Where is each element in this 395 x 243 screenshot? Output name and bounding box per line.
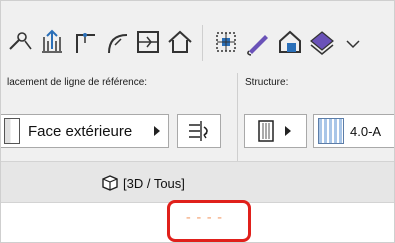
tab-3d-all[interactable]: [3D / Tous] <box>101 162 185 204</box>
composite-dropdown[interactable]: 4.0-A <box>313 114 394 148</box>
structure-label: Structure: <box>245 77 289 88</box>
window-frame: lacement de ligne de référence: Structur… <box>0 0 395 243</box>
dropdown-arrow-icon <box>154 126 160 136</box>
selection-grid-icon[interactable] <box>211 27 241 57</box>
composite-value: 4.0-A <box>350 123 382 139</box>
wall-face-icon <box>4 118 20 144</box>
orthogonal-line-icon[interactable] <box>69 27 99 57</box>
dropdown-arrow-icon <box>285 126 291 136</box>
reference-line-placement-label: lacement de ligne de référence: <box>7 77 148 88</box>
basic-structure-icon <box>258 120 274 142</box>
house-roof-icon[interactable] <box>165 27 195 57</box>
magic-wand-icon[interactable] <box>5 27 35 57</box>
tab-label: [3D / Tous] <box>123 175 185 191</box>
pencil-eyedropper-icon[interactable] <box>243 27 273 57</box>
arc-line-icon[interactable] <box>101 27 131 57</box>
reference-face-dropdown[interactable]: Face extérieure <box>1 114 169 148</box>
3d-box-icon <box>102 175 118 191</box>
chevron-down-icon[interactable] <box>339 27 369 57</box>
rectangle-insert-icon[interactable] <box>133 27 163 57</box>
reference-face-value: Face extérieure <box>28 122 133 140</box>
controls-row: Face extérieure 4.0-A <box>1 106 394 154</box>
highlight-box <box>167 200 251 242</box>
flip-direction-icon <box>189 121 208 141</box>
flip-direction-button[interactable] <box>177 114 221 148</box>
layer-arrow-icon[interactable] <box>307 27 337 57</box>
structure-type-dropdown[interactable] <box>244 114 307 148</box>
icon-toolbar <box>1 1 394 73</box>
view-tab-bar: [3D / Tous] <box>1 161 394 204</box>
composite-swatch-icon <box>318 118 344 144</box>
toolbar-separator <box>202 25 203 61</box>
reference-line-icon[interactable] <box>37 27 67 57</box>
favorites-icon[interactable] <box>275 27 305 57</box>
